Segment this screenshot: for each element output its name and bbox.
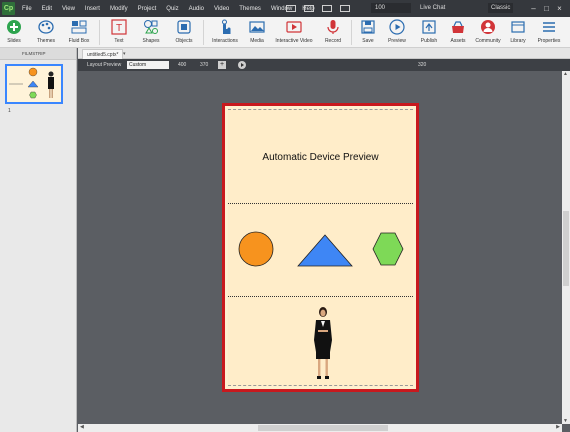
record-button[interactable]: Record bbox=[321, 19, 345, 44]
fluid-box-icon bbox=[71, 19, 87, 35]
interactive-video-icon bbox=[286, 19, 302, 35]
breakpoint-value: 320 bbox=[418, 62, 427, 68]
publish-icon bbox=[421, 19, 437, 35]
vertical-scroll-thumb[interactable] bbox=[563, 211, 569, 286]
preview-height[interactable]: 370 bbox=[200, 59, 208, 71]
preview-toolbar: Layout Preview Custom 400 370 + 320 bbox=[78, 59, 570, 71]
shapes-icon bbox=[143, 19, 159, 35]
save-icon bbox=[360, 19, 376, 35]
slide-frame[interactable]: Automatic Device Preview bbox=[222, 103, 419, 392]
objects-icon bbox=[176, 19, 192, 35]
properties-button[interactable]: Properties bbox=[534, 19, 564, 44]
document-tab-bar: untitled5.cptx* ▾ bbox=[78, 48, 570, 59]
ribbon-separator bbox=[351, 20, 352, 45]
text-button[interactable]: T Text bbox=[107, 19, 131, 44]
library-button[interactable]: Library bbox=[506, 19, 530, 44]
captivate-logo: Cp bbox=[2, 2, 15, 15]
properties-icon bbox=[541, 19, 557, 35]
layout-icon[interactable] bbox=[286, 5, 296, 12]
preview-width[interactable]: 400 bbox=[178, 59, 186, 71]
palette-icon bbox=[38, 19, 54, 35]
media-button[interactable]: Media bbox=[245, 19, 269, 44]
menu-project[interactable]: Project bbox=[138, 6, 157, 12]
green-hexagon[interactable] bbox=[372, 232, 404, 266]
community-icon bbox=[480, 19, 496, 35]
mail-icon[interactable] bbox=[304, 5, 314, 12]
scroll-down-icon[interactable]: ▼ bbox=[563, 418, 568, 424]
document-tab[interactable]: untitled5.cptx* bbox=[82, 49, 124, 59]
community-button[interactable]: Community bbox=[473, 19, 503, 44]
close-icon[interactable]: × bbox=[553, 4, 566, 13]
live-chat-link[interactable]: Live Chat bbox=[420, 0, 445, 17]
save-button[interactable]: Save bbox=[356, 19, 380, 44]
blue-triangle[interactable] bbox=[297, 234, 353, 267]
play-preview-icon[interactable] bbox=[238, 61, 246, 69]
title-bar: Cp File Edit View Insert Modify Project … bbox=[0, 0, 570, 17]
menu-view[interactable]: View bbox=[62, 6, 75, 12]
preview-button[interactable]: Preview bbox=[384, 19, 410, 44]
slide-shapes bbox=[238, 231, 404, 379]
add-slide-icon bbox=[6, 19, 22, 35]
themes-button[interactable]: Themes bbox=[33, 19, 59, 44]
slide-number: 1 bbox=[8, 108, 11, 114]
assets-button[interactable]: Assets bbox=[446, 19, 470, 44]
horizontal-scroll-thumb[interactable] bbox=[258, 425, 388, 431]
add-breakpoint-icon[interactable]: + bbox=[218, 61, 226, 69]
zoom-field[interactable]: 100 bbox=[371, 3, 411, 13]
menu-video[interactable]: Video bbox=[214, 6, 229, 12]
tab-dropdown-icon[interactable]: ▾ bbox=[123, 49, 126, 59]
minimize-icon[interactable]: – bbox=[527, 4, 540, 13]
menu-audio[interactable]: Audio bbox=[189, 6, 204, 12]
microphone-icon bbox=[325, 19, 341, 35]
slide-thumbnail-preview bbox=[9, 67, 54, 99]
slides-button[interactable]: Slides bbox=[3, 19, 25, 44]
interactions-button[interactable]: Interactions bbox=[208, 19, 242, 44]
menu-insert[interactable]: Insert bbox=[85, 6, 100, 12]
stage-canvas: Automatic Device Preview bbox=[78, 71, 562, 424]
interactions-icon bbox=[217, 19, 233, 35]
slide-thumbnail[interactable] bbox=[5, 64, 63, 104]
interactive-video-button[interactable]: Interactive Video bbox=[272, 19, 316, 44]
fluid-box-button[interactable]: Fluid Box bbox=[64, 19, 94, 44]
svg-text:T: T bbox=[116, 23, 122, 34]
maximize-icon[interactable]: □ bbox=[540, 4, 553, 13]
window-controls: – □ × bbox=[527, 0, 566, 17]
media-icon bbox=[249, 19, 265, 35]
ribbon-separator bbox=[99, 20, 100, 45]
workspace-select[interactable]: Classic bbox=[488, 3, 513, 13]
grid-icon[interactable] bbox=[322, 5, 332, 12]
assets-icon bbox=[450, 19, 466, 35]
filmstrip-panel: FILMSTRIP 1 bbox=[0, 48, 77, 432]
stack-icon[interactable] bbox=[340, 5, 350, 12]
scroll-right-icon[interactable]: ▶ bbox=[556, 424, 560, 430]
ribbon-separator bbox=[203, 20, 204, 45]
menu-quiz[interactable]: Quiz bbox=[166, 6, 178, 12]
library-icon bbox=[510, 19, 526, 35]
scroll-left-icon[interactable]: ◀ bbox=[80, 424, 84, 430]
ribbon-toolbar: Slides Themes Fluid Box T Text Shapes Ob… bbox=[0, 17, 570, 48]
shapes-button[interactable]: Shapes bbox=[138, 19, 164, 44]
horizontal-scrollbar[interactable]: ◀ ▶ bbox=[78, 424, 562, 432]
layout-preview-label: Layout Preview bbox=[87, 62, 122, 68]
objects-button[interactable]: Objects bbox=[171, 19, 197, 44]
titlebar-tools bbox=[286, 3, 358, 14]
device-select[interactable]: Custom bbox=[127, 61, 169, 69]
filmstrip-header: FILMSTRIP bbox=[0, 48, 76, 60]
orange-circle[interactable] bbox=[238, 231, 274, 267]
menu-bar: File Edit View Insert Modify Project Qui… bbox=[22, 0, 325, 17]
preview-play-icon bbox=[389, 19, 405, 35]
menu-modify[interactable]: Modify bbox=[110, 6, 128, 12]
vertical-scrollbar[interactable]: ▲ ▼ bbox=[562, 71, 570, 424]
menu-edit[interactable]: Edit bbox=[42, 6, 52, 12]
menu-file[interactable]: File bbox=[22, 6, 32, 12]
businesswoman-image[interactable] bbox=[314, 307, 332, 379]
text-icon: T bbox=[111, 19, 127, 35]
publish-button[interactable]: Publish bbox=[416, 19, 442, 44]
slide-canvas: Automatic Device Preview bbox=[228, 109, 413, 386]
scroll-up-icon[interactable]: ▲ bbox=[563, 71, 568, 77]
menu-themes[interactable]: Themes bbox=[239, 6, 261, 12]
